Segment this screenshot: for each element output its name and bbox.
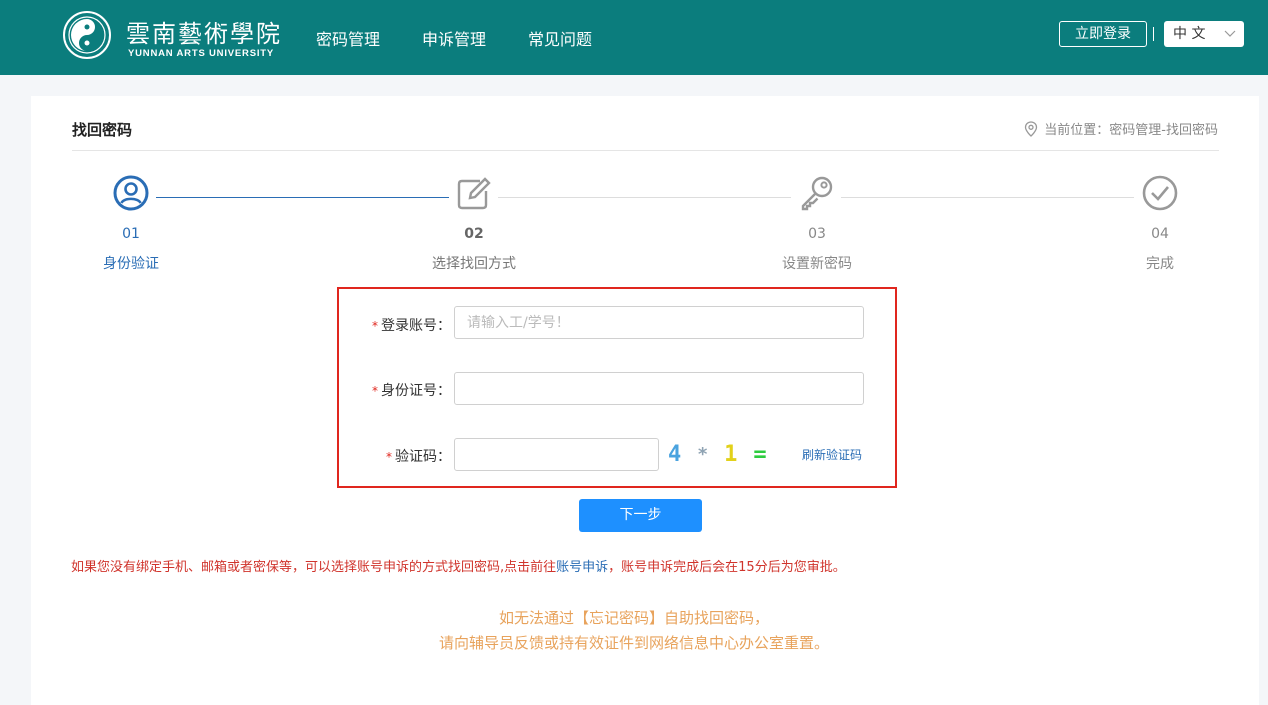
required-mark: * xyxy=(386,450,392,464)
help-message-line-2: 请向辅导员反馈或持有效证件到网络信息中心办公室重置。 xyxy=(438,634,829,652)
notice-prefix: 如果您没有绑定手机、邮箱或者密保等，可以选择账号申诉的方式找回密码,点击前往 xyxy=(71,560,557,575)
notice-suffix: ，账号申诉完成后会在15分后为您审批。 xyxy=(608,560,846,575)
nav-appeal-management[interactable]: 申诉管理 xyxy=(422,26,486,50)
captcha-char-3: 1 xyxy=(724,441,738,467)
step-4-label: 完成 xyxy=(1146,256,1174,272)
logo-english-name: YUNNAN ARTS UNIVERSITY xyxy=(128,48,275,59)
step-3-number: 03 xyxy=(808,226,826,242)
appeal-notice: 如果您没有绑定手机、邮箱或者密保等，可以选择账号申诉的方式找回密码,点击前往账号… xyxy=(71,556,846,575)
language-value: 中 文 xyxy=(1173,26,1206,42)
account-label-text: 登录账号： xyxy=(381,318,451,334)
required-mark: * xyxy=(372,384,378,398)
edit-icon xyxy=(457,177,491,210)
captcha-char-1: 4 xyxy=(668,441,682,467)
login-button[interactable]: 立即登录 xyxy=(1059,21,1147,47)
language-select[interactable]: 中 文 xyxy=(1164,21,1244,47)
logo-emblem-icon xyxy=(63,11,111,59)
step-connector-3 xyxy=(841,197,1134,198)
key-icon xyxy=(801,176,833,211)
step-connector-2 xyxy=(498,197,791,198)
captcha-char-2: * xyxy=(697,443,709,465)
step-2-label: 选择找回方式 xyxy=(432,256,516,272)
refresh-captcha-link[interactable]: 刷新验证码 xyxy=(802,446,862,463)
id-number-label: * 身份证号： xyxy=(372,380,451,400)
title-divider xyxy=(72,150,1219,151)
check-circle-icon xyxy=(1142,175,1178,211)
main-nav: 密码管理 申诉管理 常见问题 xyxy=(316,0,634,75)
step-1-label: 身份验证 xyxy=(103,256,159,272)
user-circle-icon xyxy=(113,175,149,211)
step-2-number: 02 xyxy=(464,226,484,242)
account-input[interactable] xyxy=(454,306,864,339)
step-connector-1 xyxy=(156,197,449,198)
nav-faq[interactable]: 常见问题 xyxy=(528,26,592,50)
breadcrumb-text: 当前位置：密码管理-找回密码 xyxy=(1044,123,1218,138)
logo-chinese-name: 雲南藝術學院 xyxy=(126,20,282,48)
captcha-input[interactable] xyxy=(454,438,659,471)
captcha-label: * 验证码： xyxy=(386,446,451,466)
captcha-char-4: = xyxy=(753,441,767,467)
captcha-image[interactable]: 4 * 1 = xyxy=(668,438,783,470)
step-4-number: 04 xyxy=(1151,226,1169,242)
step-3-label: 设置新密码 xyxy=(782,256,852,272)
required-mark: * xyxy=(372,319,378,333)
next-step-button[interactable]: 下一步 xyxy=(579,499,702,532)
nav-password-management[interactable]: 密码管理 xyxy=(316,26,380,50)
captcha-label-text: 验证码： xyxy=(395,449,451,465)
top-header: 雲南藝術學院 YUNNAN ARTS UNIVERSITY 密码管理 申诉管理 … xyxy=(0,0,1268,75)
header-separator xyxy=(1153,27,1154,41)
account-appeal-link[interactable]: 账号申诉 xyxy=(556,560,608,575)
university-logo[interactable]: 雲南藝術學院 YUNNAN ARTS UNIVERSITY xyxy=(62,10,287,62)
id-number-label-text: 身份证号： xyxy=(381,383,451,399)
chevron-down-icon xyxy=(1224,30,1236,37)
page-title: 找回密码 xyxy=(72,121,133,139)
help-message-line-1: 如无法通过【忘记密码】自助找回密码， xyxy=(498,609,769,627)
id-number-input[interactable] xyxy=(454,372,864,405)
account-label: * 登录账号： xyxy=(372,315,451,335)
step-1-number: 01 xyxy=(122,226,140,242)
breadcrumb: 当前位置：密码管理-找回密码 xyxy=(1024,119,1218,138)
map-pin-icon xyxy=(1025,120,1038,137)
